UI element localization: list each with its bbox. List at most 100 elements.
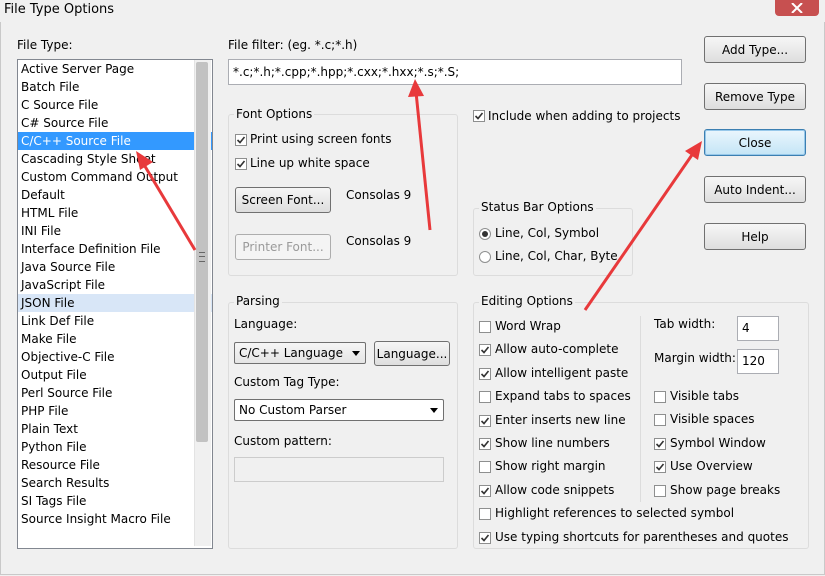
file-type-item[interactable]: Make File [18,330,212,348]
status-bar-byte-radio[interactable] [479,251,491,263]
checkmark-icon [480,487,490,495]
file-type-item[interactable]: Custom Command Output [18,168,212,186]
print-screen-fonts-checkbox[interactable] [235,134,247,146]
checkmark-icon [480,370,490,378]
editing-option-label: Visible spaces [670,412,755,427]
include-projects-checkbox[interactable] [473,110,485,122]
file-type-item[interactable]: Link Def File [18,312,212,330]
editing-option-label: Symbol Window [670,435,766,450]
checkmark-icon [474,112,484,120]
editing-option-checkbox[interactable] [479,484,491,497]
file-type-item[interactable]: SI Tags File [18,492,212,510]
remove-type-button[interactable]: Remove Type [704,83,806,110]
editing-option-label: Word Wrap [495,319,561,333]
editing-option-checkbox[interactable] [479,391,491,404]
file-type-item[interactable]: Output File [18,366,212,384]
file-type-item[interactable]: C# Source File [18,114,212,132]
editing-option-checkbox[interactable] [479,414,491,427]
editing-option-checkbox[interactable] [654,391,666,403]
margin-width-input[interactable]: 120 [737,349,779,374]
editing-option-checkbox[interactable] [479,321,491,333]
custom-pattern-input[interactable] [234,457,444,482]
file-type-item[interactable]: Cascading Style Sheet [18,150,212,168]
language-label: Language: [234,317,298,331]
editing-option-label: Expand tabs to spaces [495,389,631,404]
file-type-list[interactable]: Active Server Page Batch File C Source Fil… [17,59,213,549]
add-type-button[interactable]: Add Type... [704,36,806,63]
file-type-item[interactable]: JavaScript File [18,276,212,294]
file-type-item[interactable]: PHP File [18,402,212,420]
checkmark-icon [480,346,490,355]
help-button[interactable]: Help [704,223,806,250]
checkmark-icon [655,440,665,448]
file-type-item[interactable]: Active Server Page [18,60,212,78]
checkmark-icon [236,136,246,144]
checkmark-icon [480,534,490,542]
editing-option-label: Show page breaks [670,482,781,497]
file-type-label: File Type: [17,38,73,52]
screen-font-button[interactable]: Screen Font... [235,187,331,213]
highlight-references-checkbox[interactable] [479,508,491,520]
status-bar-options-group [473,208,633,276]
file-filter-input[interactable]: *.c;*.h;*.cpp;*.hpp;*.cxx;*.hxx;*.s;*.S; [228,59,682,85]
auto-indent-button[interactable]: Auto Indent... [704,176,806,203]
language-button[interactable]: Language... [374,341,450,366]
file-type-item[interactable]: Batch File [18,78,212,96]
parsing-title: Parsing [234,294,282,308]
screen-font-value: Consolas 9 [346,188,412,202]
file-type-item[interactable]: C/C++ Source File [18,132,212,150]
window-title: File Type Options [4,2,115,17]
custom-tag-type-select[interactable]: No Custom Parser [234,399,444,421]
file-type-item[interactable]: Objective-C File [18,348,212,366]
language-select[interactable]: C/C++ Language [234,342,366,364]
line-up-whitespace-label: Line up white space [250,156,370,170]
editing-option-checkbox[interactable] [654,461,666,474]
tab-width-label: Tab width: [654,317,716,331]
status-bar-symbol-radio[interactable] [479,228,491,240]
editing-option-checkbox[interactable] [479,367,491,380]
file-type-item[interactable]: Java Source File [18,258,212,276]
file-type-item[interactable]: Plain Text [18,420,212,438]
printer-font-button[interactable]: Printer Font... [235,234,331,260]
file-type-item[interactable]: HTML File [18,204,212,222]
status-bar-byte-label: Line, Col, Char, Byte [495,249,618,263]
status-bar-options-title: Status Bar Options [479,200,596,214]
highlight-references-label: Highlight references to selected symbol [495,506,735,520]
file-type-item[interactable]: Interface Definition File [18,240,212,258]
editing-option-label: Visible tabs [670,389,739,403]
file-type-item[interactable]: C Source File [18,96,212,114]
editing-option-checkbox[interactable] [479,344,491,357]
file-type-item[interactable]: INI File [18,222,212,240]
language-select-value: C/C++ Language [239,346,343,360]
file-type-item[interactable]: Python File [18,438,212,456]
typing-shortcuts-checkbox[interactable] [479,532,491,544]
line-up-whitespace-checkbox[interactable] [235,158,247,170]
font-options-title: Font Options [234,107,315,121]
editing-option-checkbox[interactable] [654,414,666,427]
print-screen-fonts-label: Print using screen fonts [250,132,392,146]
editing-option-checkbox[interactable] [654,437,666,450]
radio-dot-icon [482,231,488,237]
editing-option-checkbox[interactable] [479,438,491,450]
file-type-item[interactable]: Default [18,186,212,204]
parsing-group [228,302,458,549]
file-type-item[interactable]: JSON File [18,294,212,312]
editing-option-label: Enter inserts new line [495,412,626,427]
scroll-grip-icon [199,252,205,262]
editing-option-label: Allow intelligent paste [495,365,629,380]
tab-width-input[interactable]: 4 [737,316,779,341]
file-type-item[interactable]: Search Results [18,474,212,492]
editing-option-checkbox[interactable] [654,484,666,497]
file-type-item[interactable]: Perl Source File [18,384,212,402]
close-button[interactable]: Close [704,129,806,156]
window-close-button[interactable] [775,0,819,16]
custom-tag-type-value: No Custom Parser [239,403,347,417]
file-type-item[interactable]: Resource File [18,456,212,474]
file-filter-label: File filter: (eg. *.c;*.h) [228,38,358,52]
custom-pattern-label: Custom pattern: [234,434,332,448]
checkmark-icon [236,160,246,168]
editing-option-checkbox[interactable] [479,461,491,474]
file-type-item[interactable]: Source Insight Macro File [18,510,212,528]
close-icon [791,3,803,13]
editing-divider [640,316,641,502]
